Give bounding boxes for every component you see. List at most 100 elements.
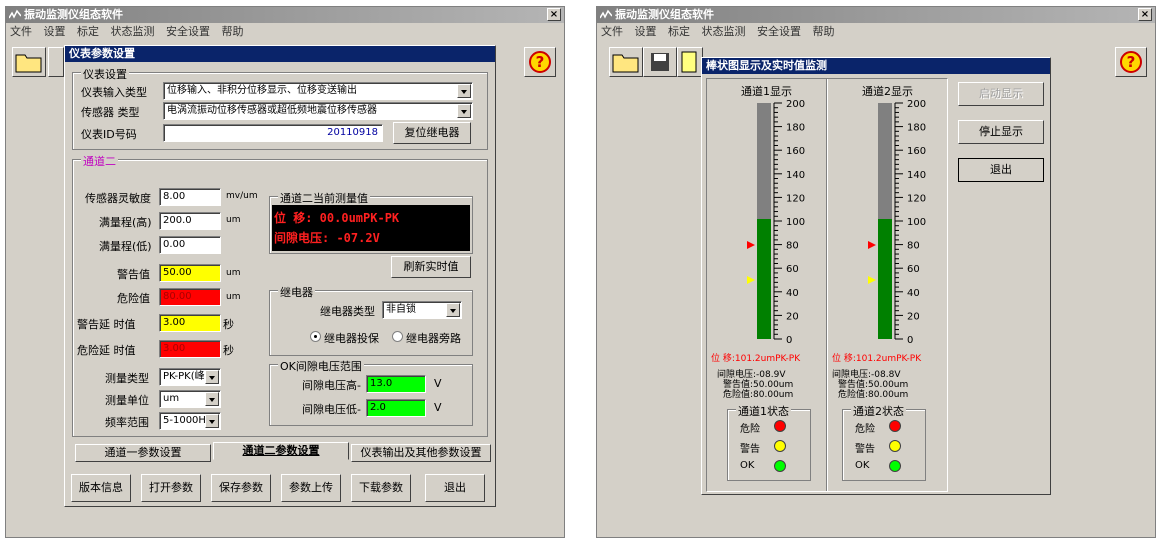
save-toolbar-button[interactable]	[643, 47, 677, 77]
scale-svg: 200180160140120100806040200	[894, 99, 926, 346]
channel1-bar	[757, 103, 771, 339]
current-value-group: 通道二当前测量值 位 移: 00.0umPK-PK 间隙电压: -07.2V	[269, 190, 473, 254]
display-gap-voltage: 间隙电压: -07.2V	[274, 231, 380, 245]
scale-tick-label: 120	[907, 193, 926, 204]
chevron-down-icon	[457, 84, 471, 98]
menu-settings[interactable]: 设置	[44, 25, 66, 38]
app-icon	[600, 9, 612, 19]
tab-channel2[interactable]: 通道二参数设置	[213, 442, 349, 460]
version-button[interactable]: 版本信息	[71, 474, 131, 502]
scale-tick-label: 180	[907, 123, 926, 134]
input-type-select[interactable]: 位移输入、非积分位移显示、位移变送输出	[163, 82, 473, 100]
open-folder-button[interactable]	[609, 47, 643, 77]
menu-help[interactable]: 帮助	[222, 25, 244, 38]
gap-high-input[interactable]: 13.0	[366, 375, 426, 393]
close-button[interactable]: ×	[1138, 8, 1152, 21]
ok-gap-group: OK间隙电压范围 间隙电压高- 13.0 V 间隙电压低- 2.0 V	[269, 358, 473, 426]
right-menu-bar: 文件 设置 标定 状态监测 安全设置 帮助	[597, 23, 1155, 41]
channel1-warn-text: 警告	[740, 444, 760, 455]
upload-params-button[interactable]: 参数上传	[281, 474, 341, 502]
start-display-button[interactable]: 启动显示	[958, 82, 1044, 106]
app-icon	[9, 9, 21, 19]
menu-security[interactable]: 安全设置	[166, 25, 210, 38]
gap-low-input[interactable]: 2.0	[366, 399, 426, 417]
menu-file[interactable]: 文件	[601, 25, 623, 38]
channel1-danger-value: 危险值:80.00um	[723, 390, 794, 400]
channel2-title: 通道2显示	[862, 85, 913, 98]
menu-monitor[interactable]: 状态监测	[702, 25, 746, 38]
open-folder-button[interactable]	[12, 47, 46, 77]
instrument-group-label: 仪表设置	[81, 66, 129, 82]
warn-input[interactable]: 50.00	[159, 264, 221, 282]
menu-file[interactable]: 文件	[10, 25, 32, 38]
relay-bypass-radio[interactable]	[392, 331, 403, 342]
relay-protect-radio[interactable]	[310, 331, 321, 342]
bar-exit-button[interactable]: 退出	[958, 158, 1044, 182]
id-input[interactable]: 20110918	[163, 124, 383, 142]
exit-button[interactable]: 退出	[425, 474, 485, 502]
param-dialog-title: 仪表参数设置	[65, 46, 495, 62]
input-type-label: 仪表输入类型	[81, 86, 147, 99]
tab-channel1[interactable]: 通道一参数设置	[75, 444, 211, 462]
scale-tick-label: 80	[786, 241, 799, 252]
menu-settings[interactable]: 设置	[635, 25, 657, 38]
gap-low-label: 间隙电压低-	[302, 403, 361, 416]
measure-unit-select[interactable]: um	[159, 390, 221, 408]
gap-low-unit: V	[434, 401, 442, 414]
menu-monitor[interactable]: 状态监测	[111, 25, 155, 38]
refresh-button[interactable]: 刷新实时值	[391, 256, 471, 278]
reset-relay-button[interactable]: 复位继电器	[393, 122, 471, 144]
sensitivity-input[interactable]: 8.00	[159, 188, 221, 206]
range-high-input[interactable]: 200.0	[159, 212, 221, 230]
menu-calibrate[interactable]: 标定	[77, 25, 99, 38]
app-title: 振动监测仪组态软件	[24, 8, 123, 21]
scale-tick-label: 60	[786, 264, 799, 275]
freq-label: 频率范围	[105, 416, 149, 429]
scale-tick-label: 20	[786, 311, 799, 322]
save-params-button[interactable]: 保存参数	[211, 474, 271, 502]
scale-tick-label: 60	[907, 264, 920, 275]
close-button[interactable]: ×	[547, 8, 561, 21]
menu-help[interactable]: 帮助	[813, 25, 835, 38]
bar-panel: 通道1显示 200 180 160 140 120 100 80 60 40 20 0 位 移:10…	[706, 78, 948, 492]
measure-type-label: 测量类型	[105, 372, 149, 385]
channel1-danger-text: 危险	[740, 424, 760, 435]
channel2-danger-marker	[868, 240, 876, 249]
sensor-type-select[interactable]: 电涡流振动位移传感器或超低频地震位移传感器	[163, 102, 473, 120]
menu-security[interactable]: 安全设置	[757, 25, 801, 38]
gap-high-unit: V	[434, 377, 442, 390]
relay-type-select[interactable]: 非自锁	[382, 301, 462, 319]
open-params-button[interactable]: 打开参数	[141, 474, 201, 502]
danger-delay-input[interactable]: 3.00	[159, 340, 221, 358]
document-toolbar-button[interactable]	[677, 47, 703, 77]
download-params-button[interactable]: 下载参数	[351, 474, 411, 502]
help-button[interactable]: ?	[1115, 47, 1147, 77]
relay-group: 继电器 继电器类型 非自锁 继电器投保 继电器旁路	[269, 284, 473, 356]
danger-input[interactable]: 80.00	[159, 288, 221, 306]
channel-group: 通道二 传感器灵敏度 8.00 mv/um 满量程(高) 200.0 um 满量…	[72, 153, 488, 437]
measure-type-select[interactable]: PK-PK(峰	[159, 368, 221, 386]
help-icon: ?	[1120, 51, 1142, 73]
scale-tick-label: 0	[786, 335, 792, 346]
tab-output[interactable]: 仪表输出及其他参数设置	[351, 444, 491, 462]
warn-delay-input[interactable]: 3.00	[159, 314, 221, 332]
display-displacement: 位 移: 00.0umPK-PK	[274, 211, 400, 225]
range-low-label: 满量程(低)	[99, 240, 152, 253]
save-toolbar-button[interactable]	[48, 47, 64, 77]
scale-tick-label: 100	[907, 217, 926, 228]
freq-select[interactable]: 5-1000Hz	[159, 412, 221, 430]
scale-tick-label: 200	[907, 99, 926, 110]
channel1-danger-marker	[747, 240, 755, 249]
bar-dialog-title: 棒状图显示及实时值监测	[702, 58, 1050, 74]
relay-bypass-label: 继电器旁路	[406, 332, 461, 345]
channel1-status-label: 通道1状态	[736, 403, 791, 419]
channel2-warn-lamp	[889, 440, 901, 452]
scale-svg: 200180160140120100806040200	[773, 99, 805, 346]
bar-dialog: 棒状图显示及实时值监测 通道1显示 200 180 160 140 120 100 80 60…	[701, 57, 1051, 495]
channel2-danger-lamp	[889, 420, 901, 432]
danger-unit: um	[226, 292, 241, 302]
help-button[interactable]: ?	[524, 47, 556, 77]
stop-display-button[interactable]: 停止显示	[958, 120, 1044, 144]
menu-calibrate[interactable]: 标定	[668, 25, 690, 38]
range-low-input[interactable]: 0.00	[159, 236, 221, 254]
